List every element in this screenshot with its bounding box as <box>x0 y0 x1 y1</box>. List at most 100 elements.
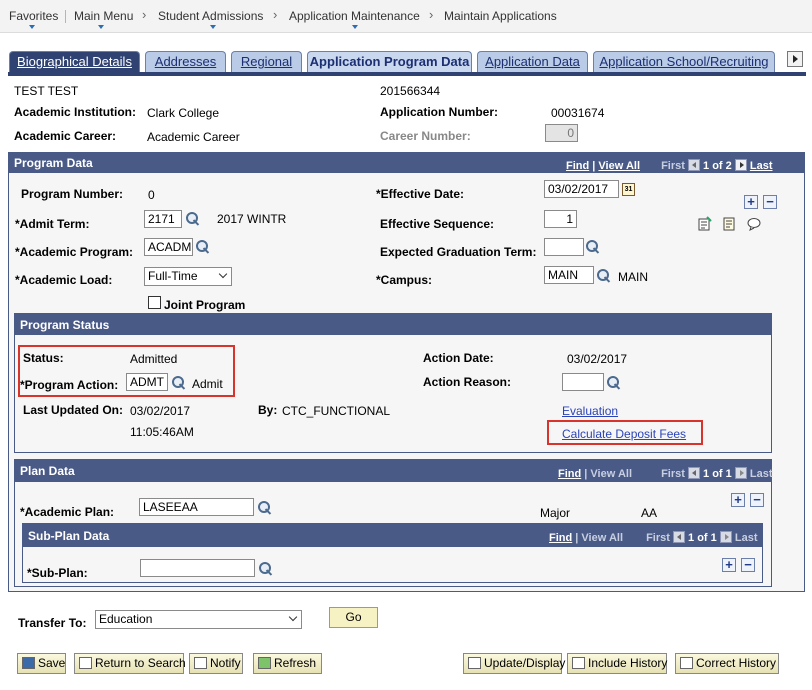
evaluation-link[interactable]: Evaluation <box>562 404 618 418</box>
update-display-button[interactable]: Update/Display <box>463 653 566 674</box>
action-reason-lookup-icon[interactable] <box>606 375 621 390</box>
top-navigation-bar: Favorites Main Menu › Student Admissions… <box>0 0 812 33</box>
comments-icon[interactable] <box>746 216 762 232</box>
correct-history-button[interactable]: Correct History <box>675 653 779 674</box>
academic-career-value: Academic Career <box>147 130 240 144</box>
breadcrumb-maintain-applications[interactable]: Maintain Applications <box>444 9 557 23</box>
favorites-dropdown-icon <box>29 25 35 29</box>
calendar-icon[interactable]: 31 <box>622 183 635 196</box>
academic-load-select[interactable]: Full-Time <box>144 267 232 286</box>
effective-sequence-label: Effective Sequence: <box>380 217 495 231</box>
save-button[interactable]: Save <box>17 653 66 674</box>
add-row-icon[interactable]: + <box>744 195 758 209</box>
breadcrumb-chevron-icon: › <box>142 7 147 22</box>
calculate-deposit-fees-link[interactable]: Calculate Deposit Fees <box>562 427 686 441</box>
sub-plan-data-title: Sub-Plan Data <box>28 529 110 543</box>
main-menu[interactable]: Main Menu <box>74 9 133 23</box>
plan-data-view-all: View All <box>590 468 632 480</box>
academic-plan-input[interactable]: LASEEAA <box>139 498 254 516</box>
tab-application-data[interactable]: Application Data <box>477 51 588 72</box>
next-row-icon[interactable] <box>734 159 747 171</box>
sub-plan-delete-row-icon[interactable]: − <box>741 558 755 572</box>
notify-button[interactable]: Notify <box>189 653 243 674</box>
transfer-to-select[interactable]: Education <box>95 610 302 629</box>
tab-regional[interactable]: Regional <box>231 51 302 72</box>
return-to-search-button[interactable]: Return to Search <box>74 653 186 674</box>
save-icon <box>22 657 35 669</box>
breadcrumb-student-admissions[interactable]: Student Admissions <box>158 9 263 23</box>
breadcrumb-dropdown-icon <box>210 25 216 29</box>
breadcrumb-chevron-icon: › <box>273 7 278 22</box>
academic-program-lookup-icon[interactable] <box>195 239 210 254</box>
correct-history-label: Correct History <box>696 656 777 670</box>
include-history-button[interactable]: Include History <box>567 653 667 674</box>
academic-program-input[interactable]: ACADM <box>144 238 193 256</box>
previous-row-icon <box>672 531 685 543</box>
sub-plan-input[interactable] <box>140 559 255 577</box>
program-action-description: Admit <box>192 377 223 391</box>
sub-plan-add-row-icon[interactable]: + <box>722 558 736 572</box>
return-to-search-label: Return to Search <box>95 656 186 670</box>
sub-plan-data-header: Sub-Plan Data Find | View All First 1 of… <box>23 524 762 547</box>
institution-value: Clark College <box>147 106 220 120</box>
go-button[interactable]: Go <box>329 607 378 628</box>
admit-term-input[interactable]: 2171 <box>144 210 182 228</box>
tab-application-school-recruiting[interactable]: Application School/Recruiting <box>593 51 775 72</box>
program-data-find-link[interactable]: Find <box>566 160 589 172</box>
sub-plan-data-view-all: View All <box>581 532 623 544</box>
tab-biographical-details[interactable]: Biographical Details <box>9 51 140 72</box>
chevron-down-icon <box>288 612 298 622</box>
refresh-button[interactable]: Refresh <box>253 653 322 674</box>
sub-plan-data-last: Last <box>734 532 758 544</box>
tab-application-program-data[interactable]: Application Program Data <box>307 51 472 72</box>
campus-input[interactable]: MAIN <box>544 266 594 284</box>
career-number-field: 0 <box>545 124 578 142</box>
admit-term-lookup-icon[interactable] <box>185 211 200 226</box>
tab-underline <box>8 72 806 76</box>
nav-divider <box>65 10 66 23</box>
program-data-view-all-link[interactable]: View All <box>598 160 640 172</box>
expected-graduation-lookup-icon[interactable] <box>585 239 600 254</box>
plan-add-row-icon[interactable]: + <box>731 493 745 507</box>
academic-load-label: *Academic Load: <box>15 273 113 287</box>
plan-data-nav: Find | View All First 1 of 1 Last <box>558 467 773 480</box>
joint-program-checkbox[interactable] <box>148 296 161 309</box>
tab-scroll-right-icon[interactable] <box>787 51 803 67</box>
campus-lookup-icon[interactable] <box>596 268 611 283</box>
institution-label: Academic Institution: <box>14 105 137 119</box>
plan-delete-row-icon[interactable]: − <box>750 493 764 507</box>
breadcrumb-application-maintenance[interactable]: Application Maintenance <box>289 9 420 23</box>
effective-sequence-input[interactable]: 1 <box>544 210 577 228</box>
notes-icon[interactable] <box>721 216 737 232</box>
update-display-label: Update/Display <box>484 656 566 670</box>
sub-plan-label: *Sub-Plan: <box>27 566 88 580</box>
program-action-input[interactable]: ADMT <box>126 373 168 391</box>
program-number-value: 0 <box>148 188 155 202</box>
program-action-lookup-icon[interactable] <box>171 375 186 390</box>
action-date-label: Action Date: <box>423 351 494 365</box>
academic-plan-lookup-icon[interactable] <box>257 500 272 515</box>
transfer-to-label: Transfer To: <box>18 616 87 630</box>
plan-data-count: 1 of 1 <box>703 468 732 480</box>
program-data-last-link[interactable]: Last <box>750 160 773 172</box>
sub-plan-lookup-icon[interactable] <box>258 561 273 576</box>
updated-by-value: CTC_FUNCTIONAL <box>282 404 391 418</box>
expected-graduation-input[interactable] <box>544 238 584 256</box>
refresh-label: Refresh <box>274 656 317 670</box>
checklist-icon[interactable] <box>697 216 713 232</box>
campus-label: *Campus: <box>376 273 433 287</box>
sub-plan-data-find-link[interactable]: Find <box>549 532 572 544</box>
tab-addresses[interactable]: Addresses <box>145 51 226 72</box>
joint-program-label: Joint Program <box>164 298 246 312</box>
main-menu-dropdown-icon <box>98 25 104 29</box>
favorites-menu[interactable]: Favorites <box>9 9 58 23</box>
career-number-label: Career Number: <box>380 129 471 143</box>
last-updated-time: 11:05:46AM <box>130 425 194 439</box>
action-reason-input[interactable] <box>562 373 604 391</box>
plan-data-find-link[interactable]: Find <box>558 468 581 480</box>
delete-row-icon[interactable]: − <box>763 195 777 209</box>
action-date-value: 03/02/2017 <box>567 352 628 366</box>
program-number-label: Program Number: <box>21 187 124 201</box>
program-data-first: First <box>661 160 685 172</box>
effective-date-input[interactable]: 03/02/2017 <box>544 180 619 198</box>
